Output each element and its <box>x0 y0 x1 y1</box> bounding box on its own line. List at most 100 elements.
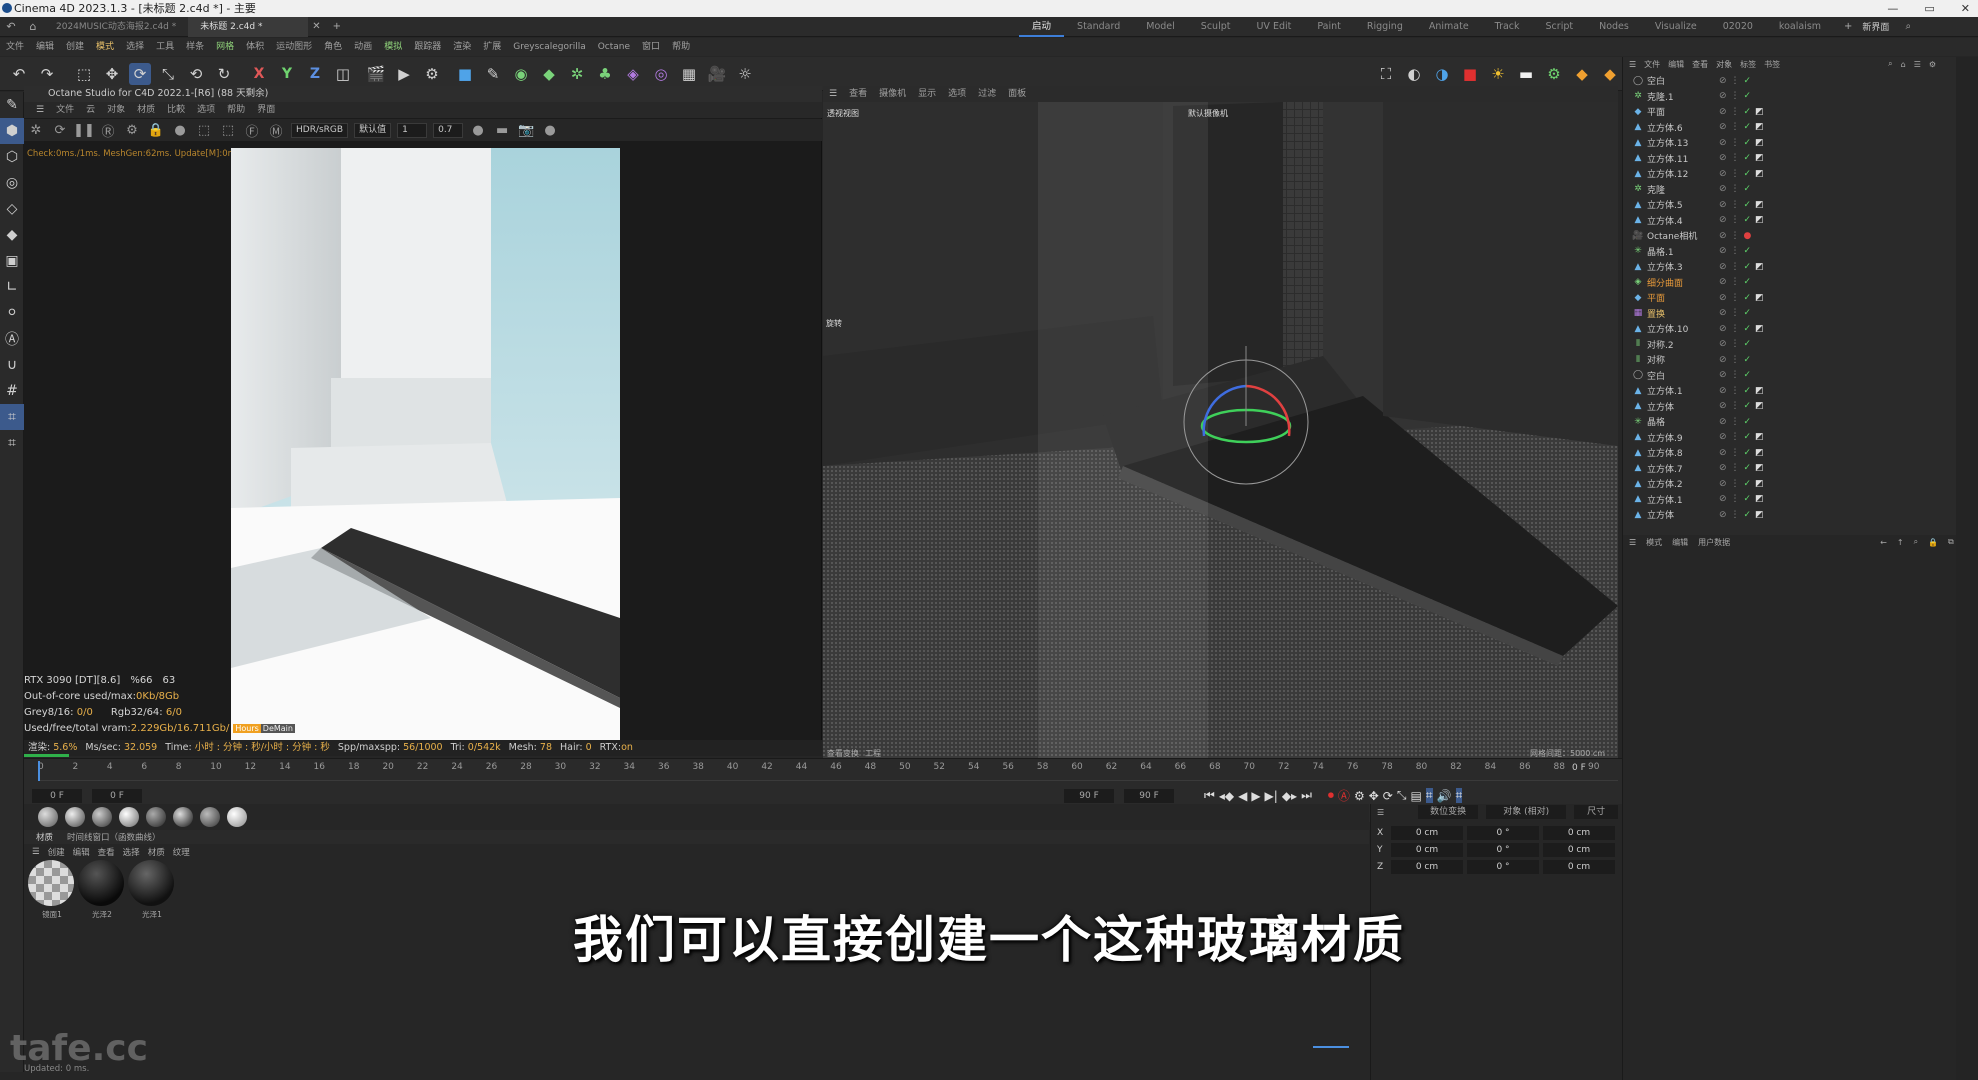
visibility-toggle-icon[interactable]: ⊘ <box>1719 386 1727 396</box>
new-tab-icon[interactable]: + <box>333 21 341 32</box>
object-flags[interactable]: ⊘ ⋮ ✓ ◩ <box>1719 463 1764 473</box>
octane-clay-icon[interactable]: ● <box>469 121 487 139</box>
layout-tab-model[interactable]: Model <box>1133 17 1188 37</box>
visibility-toggle-icon[interactable]: ⊘ <box>1719 107 1727 117</box>
material-menu-create[interactable]: 创建 <box>48 846 65 858</box>
material-shelf-icon-5[interactable] <box>146 807 166 827</box>
octane-menu-objects[interactable]: 对象 <box>101 101 131 119</box>
tweak-mode-icon[interactable]: Ⓐ <box>0 326 24 352</box>
start-frame-field[interactable]: 0 F <box>32 789 82 803</box>
octane-focus-icon[interactable]: Ⓕ <box>243 121 261 140</box>
menu-octane[interactable]: Octane <box>592 38 636 56</box>
visibility-toggle-icon[interactable]: ⊘ <box>1719 479 1727 489</box>
editor-render-dots-icon[interactable]: ⋮ <box>1731 448 1740 458</box>
object-list-item[interactable]: ◯ 空白 ⊘ ⋮ ✓ <box>1633 73 1956 89</box>
enable-check-icon[interactable]: ✓ <box>1744 246 1752 256</box>
enable-check-icon[interactable]: ✓ <box>1744 215 1752 225</box>
octane-box-select-icon[interactable]: ⬚ <box>195 121 213 139</box>
deformer-icon[interactable]: ◈ <box>622 63 644 85</box>
layout-tab-koalaism[interactable]: koalaism <box>1766 17 1834 37</box>
object-list-item[interactable]: ▲ 立方体.1 ⊘ ⋮ ✓ ◩ <box>1633 492 1956 508</box>
editor-render-dots-icon[interactable]: ⋮ <box>1731 479 1740 489</box>
layout-tab-start[interactable]: 启动 <box>1019 17 1065 37</box>
perspective-viewport[interactable]: ☰ 查看 摄像机 显示 选项 过滤 面板 透视视图 默认摄像机 旋转 查看变换 … <box>823 86 1618 758</box>
octane-menu-hamburger-icon[interactable]: ☰ <box>30 101 50 119</box>
rotate-tool-icon[interactable]: ⟳ <box>129 62 151 85</box>
material-shelf-icon-6[interactable] <box>173 807 193 827</box>
enable-check-icon[interactable]: ✓ <box>1744 153 1752 163</box>
y-axis-lock[interactable]: Y <box>276 63 298 85</box>
rotation-h-field[interactable]: 0 ° <box>1467 825 1539 840</box>
object-list-item[interactable]: ▲ 立方体.10 ⊘ ⋮ ✓ ◩ <box>1633 321 1956 337</box>
enable-check-icon[interactable]: ✓ <box>1744 262 1752 272</box>
material-shelf-icon-8[interactable] <box>227 807 247 827</box>
editor-render-dots-icon[interactable]: ⋮ <box>1731 510 1740 520</box>
object-list-item[interactable]: ▲ 立方体.7 ⊘ ⋮ ✓ ◩ <box>1633 461 1956 477</box>
coords-hamburger-icon[interactable]: ☰ <box>1377 808 1384 817</box>
object-flags[interactable]: ⊘ ⋮ ✓ <box>1719 370 1751 380</box>
menu-select[interactable]: 选择 <box>120 38 150 56</box>
pen-spline-icon[interactable]: ✎ <box>482 63 504 85</box>
material-shelf-icon-4[interactable] <box>119 807 139 827</box>
object-flags[interactable]: ⊘ ⋮ ✓ ◩ <box>1719 107 1764 117</box>
field-icon[interactable]: ◎ <box>650 63 672 85</box>
object-flags[interactable]: ⊘ ⋮ ✓ ◩ <box>1719 386 1764 396</box>
next-key-icon[interactable]: ◆▸ <box>1282 789 1297 803</box>
texture-mode-icon[interactable]: ⬡ <box>0 144 24 170</box>
attr-menu-edit[interactable]: 编辑 <box>1672 537 1688 548</box>
go-to-start-icon[interactable]: ⏮ <box>1204 788 1215 803</box>
uv-mode-icon[interactable]: ▣ <box>0 248 24 274</box>
octane-pause-icon[interactable]: ❚❚ <box>73 121 95 139</box>
octane-menu-file[interactable]: 文件 <box>50 101 80 119</box>
autokey-icon[interactable]: Ⓐ <box>1338 787 1350 804</box>
visibility-toggle-icon[interactable]: ⊘ <box>1719 463 1727 473</box>
visibility-toggle-icon[interactable]: ⊘ <box>1719 417 1727 427</box>
record-icon[interactable]: ⏺ <box>1328 788 1334 803</box>
octane-scatter-icon[interactable]: ◆ <box>1599 63 1621 85</box>
editor-render-dots-icon[interactable]: ⋮ <box>1731 463 1740 473</box>
editor-render-dots-icon[interactable]: ⋮ <box>1731 386 1740 396</box>
enable-check-icon[interactable]: ✓ <box>1744 479 1752 489</box>
enable-check-icon[interactable]: ✓ <box>1744 324 1752 334</box>
object-relative-select[interactable]: 对象 (相对) <box>1486 805 1567 819</box>
object-list-item[interactable]: ◈ 细分曲面 ⊘ ⋮ ✓ <box>1633 275 1956 291</box>
material-shelf-icon-1[interactable] <box>38 807 58 827</box>
snap-icon[interactable]: ⛶ <box>1375 63 1397 85</box>
object-flags[interactable]: ⊘ ⋮ ✓ <box>1719 308 1751 318</box>
object-list-item[interactable]: ◆ 平面 ⊘ ⋮ ✓ ◩ <box>1633 290 1956 306</box>
octane-restart-icon[interactable]: ⟳ <box>51 121 69 139</box>
attr-menu-userdata[interactable]: 用户数据 <box>1698 537 1730 548</box>
om-menu-bookmarks[interactable]: 书签 <box>1764 59 1780 70</box>
enable-check-icon[interactable]: ● <box>1744 231 1752 241</box>
menu-mesh[interactable]: 网格 <box>210 38 240 56</box>
editor-render-dots-icon[interactable]: ⋮ <box>1731 122 1740 132</box>
viewport-menu-view[interactable]: 查看 <box>843 86 873 103</box>
object-list-item[interactable]: ▲ 立方体.3 ⊘ ⋮ ✓ ◩ <box>1633 259 1956 275</box>
position-y-field[interactable]: 0 cm <box>1391 842 1463 857</box>
size-x-field[interactable]: 0 cm <box>1543 825 1615 840</box>
enable-check-icon[interactable]: ✓ <box>1744 355 1752 365</box>
octane-gear-icon[interactable]: ⚙ <box>1543 63 1565 85</box>
visibility-toggle-icon[interactable]: ⊘ <box>1719 494 1727 504</box>
editor-render-dots-icon[interactable]: ⋮ <box>1731 215 1740 225</box>
attr-menu-mode[interactable]: 模式 <box>1646 537 1662 548</box>
menu-simulate[interactable]: 模拟 <box>378 38 408 56</box>
polygons-mode-icon[interactable]: ◆ <box>0 222 24 248</box>
hdr-mode-select[interactable]: HDR/sRGB <box>291 122 349 138</box>
visibility-toggle-icon[interactable]: ⊘ <box>1719 277 1727 287</box>
size-mode-select[interactable]: 尺寸 <box>1574 805 1619 819</box>
material-shelf-icon-3[interactable] <box>92 807 112 827</box>
size-z-field[interactable]: 0 cm <box>1543 859 1615 874</box>
om-menu-tags[interactable]: 标签 <box>1740 59 1756 70</box>
enable-check-icon[interactable]: ✓ <box>1744 184 1752 194</box>
render-settings-icon[interactable]: ⚙ <box>421 63 443 85</box>
octane-menu-options[interactable]: 选项 <box>191 101 221 119</box>
rotation-key-icon[interactable]: ⟳ <box>1383 789 1393 803</box>
material-tag-icon[interactable]: ◩ <box>1755 463 1764 473</box>
material-tag-icon[interactable]: ◩ <box>1755 479 1764 489</box>
editor-render-dots-icon[interactable]: ⋮ <box>1731 370 1740 380</box>
menu-animation[interactable]: 动画 <box>348 38 378 56</box>
enable-check-icon[interactable]: ✓ <box>1744 308 1752 318</box>
om-search-icon[interactable]: ⌕ <box>1888 59 1892 69</box>
enable-check-icon[interactable]: ✓ <box>1744 200 1752 210</box>
